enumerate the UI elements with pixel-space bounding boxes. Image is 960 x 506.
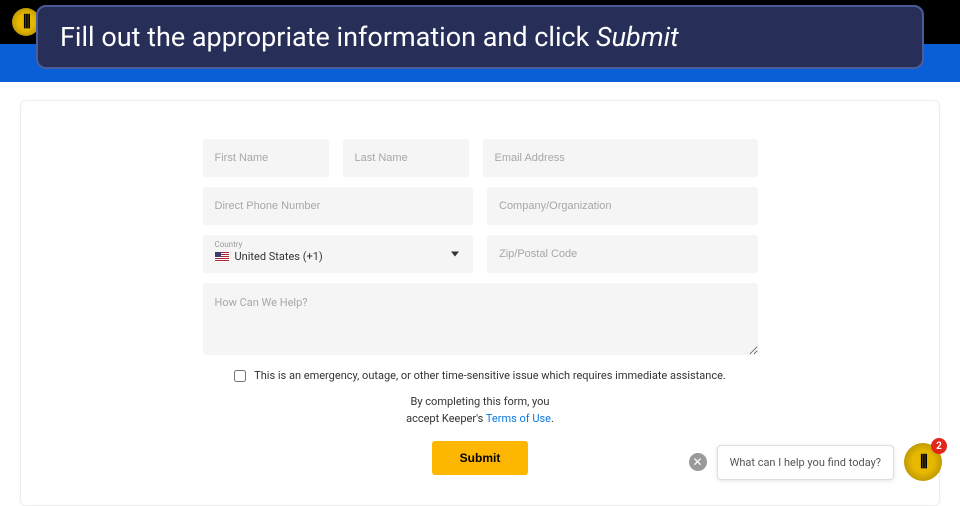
consent-prefix: accept Keeper's [406, 412, 486, 425]
email-field[interactable] [483, 139, 758, 177]
emergency-checkbox[interactable] [234, 370, 246, 382]
first-name-field[interactable] [203, 139, 329, 177]
country-select[interactable]: Country United States (+1) [203, 235, 474, 273]
chat-prompt-bubble[interactable]: What can I help you find today? [717, 445, 894, 480]
last-name-field[interactable] [343, 139, 469, 177]
country-text: United States (+1) [235, 250, 323, 263]
zip-field[interactable] [487, 235, 758, 273]
emergency-label: This is an emergency, outage, or other t… [254, 369, 726, 382]
terms-link[interactable]: Terms of Use [486, 412, 551, 425]
help-textarea[interactable] [203, 283, 758, 355]
instruction-text: Fill out the appropriate information and… [60, 21, 596, 53]
emergency-row: This is an emergency, outage, or other t… [203, 369, 758, 382]
country-selected-value: United States (+1) [215, 250, 462, 263]
submit-button[interactable]: Submit [432, 441, 529, 475]
consent-text: By completing this form, you accept Keep… [203, 394, 758, 427]
logo-glyph: ⦀ [23, 12, 29, 33]
chat-close-button[interactable]: ✕ [689, 453, 707, 471]
chat-prompt-text: What can I help you find today? [730, 456, 881, 469]
us-flag-icon [215, 252, 229, 262]
chat-launcher-button[interactable]: ⦀ 2 [904, 443, 942, 481]
consent-line1: By completing this form, you [411, 395, 550, 408]
phone-field[interactable] [203, 187, 474, 225]
chat-logo-icon: ⦀ [920, 452, 926, 473]
country-floating-label: Country [215, 240, 462, 249]
contact-form: Country United States (+1) This is an em… [203, 139, 758, 475]
company-field[interactable] [487, 187, 758, 225]
instruction-banner: Fill out the appropriate information and… [36, 5, 924, 69]
close-icon: ✕ [693, 456, 703, 468]
chevron-down-icon [451, 252, 459, 257]
instruction-action: Submit [596, 21, 679, 53]
chat-unread-badge: 2 [931, 438, 947, 454]
chat-widget: ✕ What can I help you find today? ⦀ 2 [689, 443, 942, 481]
consent-suffix: . [551, 412, 554, 425]
